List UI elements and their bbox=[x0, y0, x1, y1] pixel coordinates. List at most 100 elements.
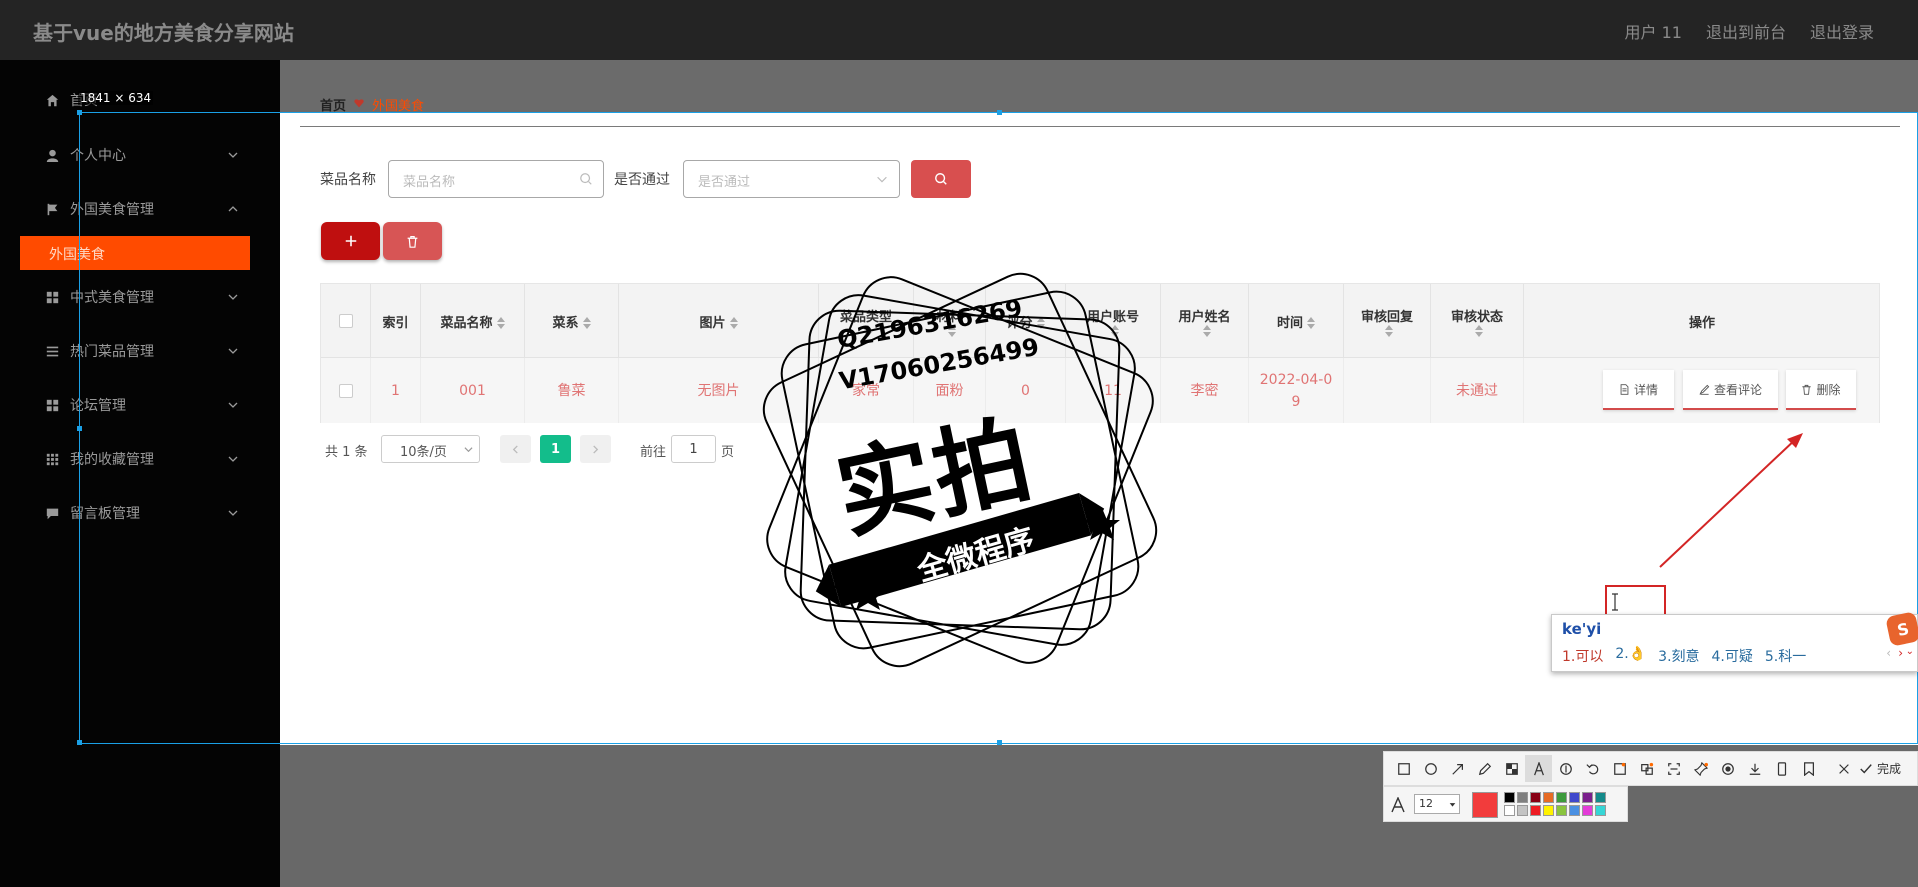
page-number-1[interactable]: 1 bbox=[540, 435, 571, 463]
download-icon[interactable] bbox=[1741, 755, 1768, 782]
ime-candidate[interactable]: 5.科一 bbox=[1765, 646, 1806, 666]
ime-candidate[interactable]: 3.刻意 bbox=[1658, 646, 1699, 666]
color-swatch[interactable] bbox=[1556, 792, 1567, 803]
annotation-arrow[interactable] bbox=[1650, 425, 1810, 575]
sort-icon[interactable] bbox=[496, 317, 505, 329]
delete-button[interactable]: 删除 bbox=[1786, 370, 1856, 410]
color-swatch[interactable] bbox=[1530, 792, 1541, 803]
ime-candidate[interactable]: 2.👌 bbox=[1615, 646, 1646, 666]
color-swatch[interactable] bbox=[1504, 792, 1515, 803]
breadcrumb-home[interactable]: 首页 bbox=[320, 95, 346, 114]
mosaic-tool-icon[interactable] bbox=[1498, 755, 1525, 782]
header-time[interactable]: 时间 bbox=[1249, 284, 1344, 358]
ime-composition: ke'yi bbox=[1562, 620, 1602, 638]
color-swatch[interactable] bbox=[1569, 792, 1580, 803]
pin-icon[interactable] bbox=[1687, 755, 1714, 782]
ime-next-icon[interactable]: › bbox=[1898, 646, 1903, 660]
arrow-tool-icon[interactable] bbox=[1444, 755, 1471, 782]
bookmark-icon[interactable] bbox=[1795, 755, 1822, 782]
header-index: 索引 bbox=[371, 284, 421, 358]
front-page-link[interactable]: 退出到前台 bbox=[1706, 19, 1786, 43]
color-swatch[interactable] bbox=[1543, 792, 1554, 803]
ime-candidate[interactable]: 4.可疑 bbox=[1712, 646, 1753, 666]
phone-icon[interactable] bbox=[1768, 755, 1795, 782]
ime-prev-icon[interactable]: ‹ bbox=[1886, 646, 1891, 660]
check-icon[interactable] bbox=[1857, 755, 1875, 782]
sort-icon[interactable] bbox=[1385, 324, 1393, 337]
done-button[interactable]: 完成 bbox=[1877, 760, 1901, 777]
sort-icon[interactable] bbox=[1307, 317, 1315, 329]
color-swatch[interactable] bbox=[1595, 792, 1606, 803]
batch-delete-button[interactable] bbox=[383, 222, 442, 260]
add-button[interactable] bbox=[321, 222, 380, 260]
list-icon bbox=[45, 344, 59, 358]
header-select-all[interactable] bbox=[321, 284, 371, 358]
sort-icon[interactable] bbox=[1475, 324, 1483, 337]
current-color-swatch[interactable] bbox=[1472, 792, 1498, 818]
chevron-down-icon bbox=[228, 456, 238, 462]
sidebar-subitem-foreign-food[interactable]: 外国美食 bbox=[20, 236, 250, 270]
sidebar-item-forum[interactable]: 论坛管理 bbox=[0, 385, 280, 425]
row-select-cell[interactable] bbox=[321, 358, 371, 423]
sort-icon[interactable] bbox=[729, 317, 738, 329]
color-swatch[interactable] bbox=[1517, 792, 1528, 803]
font-size-select[interactable]: 12 bbox=[1414, 794, 1460, 814]
dish-name-input[interactable]: 菜品名称 bbox=[388, 160, 604, 198]
color-swatch[interactable] bbox=[1543, 805, 1554, 816]
delete-button-label: 删除 bbox=[1816, 382, 1841, 397]
color-swatch[interactable] bbox=[1595, 805, 1606, 816]
color-swatch[interactable] bbox=[1504, 805, 1515, 816]
sort-icon[interactable] bbox=[582, 317, 591, 329]
sidebar-item-chinese-food[interactable]: 中式美食管理 bbox=[0, 277, 280, 317]
number-tool-icon[interactable] bbox=[1552, 755, 1579, 782]
next-page-button[interactable] bbox=[580, 435, 611, 463]
color-swatch[interactable] bbox=[1569, 805, 1580, 816]
select-all-checkbox[interactable] bbox=[338, 314, 353, 328]
pen-tool-icon[interactable] bbox=[1471, 755, 1498, 782]
header-audit-status[interactable]: 审核状态 bbox=[1431, 284, 1524, 358]
search-button[interactable] bbox=[911, 160, 971, 198]
close-icon[interactable] bbox=[1830, 755, 1857, 782]
ime-expand-icon[interactable]: ⌄ bbox=[1906, 646, 1914, 657]
color-swatch[interactable] bbox=[1582, 792, 1593, 803]
record-icon[interactable] bbox=[1714, 755, 1741, 782]
detail-button[interactable]: 详情 bbox=[1603, 370, 1674, 410]
color-swatch[interactable] bbox=[1517, 805, 1528, 816]
trash-icon bbox=[1802, 384, 1812, 395]
user-link[interactable]: 用户 11 bbox=[1625, 19, 1682, 43]
ocr-tool-icon[interactable] bbox=[1606, 755, 1633, 782]
sidebar-item-foreign-food[interactable]: 外国美食管理 bbox=[0, 189, 280, 229]
detail-button-label: 详情 bbox=[1633, 382, 1658, 397]
view-comments-button[interactable]: 查看评论 bbox=[1683, 370, 1778, 410]
site-title: 基于vue的地方美食分享网站 bbox=[33, 21, 294, 45]
ellipse-tool-icon[interactable] bbox=[1417, 755, 1444, 782]
scan-tool-icon[interactable] bbox=[1660, 755, 1687, 782]
dish-name-label: 菜品名称 bbox=[320, 172, 376, 188]
chat-icon bbox=[45, 506, 59, 520]
header-audit-reply[interactable]: 审核回复 bbox=[1344, 284, 1431, 358]
page-size-select[interactable]: 10条/页 bbox=[381, 435, 480, 463]
sort-icon[interactable] bbox=[1202, 324, 1211, 337]
sidebar-item-message-board[interactable]: 留言板管理 bbox=[0, 493, 280, 533]
text-tool-icon[interactable] bbox=[1525, 755, 1552, 782]
ime-candidate[interactable]: 1.可以 bbox=[1562, 646, 1603, 666]
color-swatch[interactable] bbox=[1530, 805, 1541, 816]
rectangle-tool-icon[interactable] bbox=[1390, 755, 1417, 782]
row-checkbox[interactable] bbox=[338, 383, 353, 398]
header-dish-name[interactable]: 菜品名称 bbox=[421, 284, 525, 358]
undo-icon[interactable] bbox=[1579, 755, 1606, 782]
chevron-down-icon bbox=[1449, 803, 1456, 807]
chevron-down-icon bbox=[877, 176, 887, 183]
logout-link[interactable]: 退出登录 bbox=[1810, 19, 1874, 43]
translate-tool-icon[interactable] bbox=[1633, 755, 1660, 782]
goto-page-input[interactable]: 1 bbox=[671, 435, 716, 463]
prev-page-button[interactable] bbox=[500, 435, 531, 463]
approved-select[interactable]: 是否通过 bbox=[683, 160, 900, 198]
cell-dish-name: 001 bbox=[421, 358, 525, 423]
sidebar-item-personal[interactable]: 个人中心 bbox=[0, 135, 280, 175]
sidebar-item-favorites[interactable]: 我的收藏管理 bbox=[0, 439, 280, 479]
color-swatch[interactable] bbox=[1582, 805, 1593, 816]
header-cuisine[interactable]: 菜系 bbox=[525, 284, 619, 358]
sidebar-item-hot-dishes[interactable]: 热门菜品管理 bbox=[0, 331, 280, 371]
color-swatch[interactable] bbox=[1556, 805, 1567, 816]
